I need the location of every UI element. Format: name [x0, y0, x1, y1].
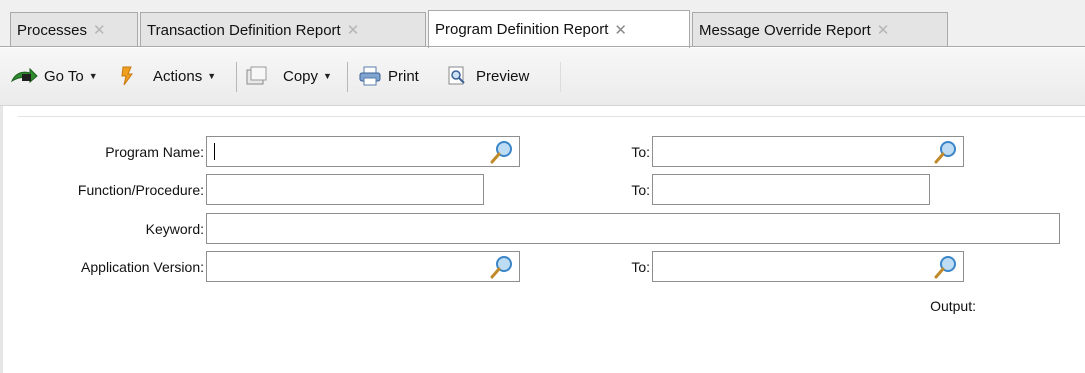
- function-procedure-label: Function/Procedure:: [77, 182, 204, 198]
- lookup-icon[interactable]: [934, 140, 958, 164]
- close-icon[interactable]: ✕: [877, 21, 890, 39]
- preview-button[interactable]: Preview: [446, 65, 529, 87]
- lookup-icon[interactable]: [490, 140, 514, 164]
- copy-button[interactable]: Copy ▼: [246, 65, 332, 87]
- print-icon: [359, 66, 381, 86]
- program-name-to-input[interactable]: [653, 137, 963, 166]
- keyword-field[interactable]: [206, 213, 1060, 244]
- function-procedure-field[interactable]: [206, 174, 484, 205]
- tab-program-definition-report[interactable]: Program Definition Report ✕: [428, 10, 690, 48]
- tab-label: Processes: [17, 21, 88, 39]
- close-icon[interactable]: ✕: [347, 21, 360, 39]
- function-procedure-input[interactable]: [207, 175, 483, 204]
- keyword-input[interactable]: [207, 214, 1059, 243]
- tab-processes[interactable]: Processes ✕: [10, 12, 138, 47]
- actions-label: Actions: [153, 67, 203, 85]
- goto-button[interactable]: Go To ▼: [10, 65, 98, 87]
- lookup-icon[interactable]: [490, 255, 514, 279]
- form-divider: [18, 116, 1085, 117]
- application-version-field[interactable]: [206, 251, 520, 282]
- actions-button[interactable]: Actions ▼: [120, 65, 216, 87]
- actions-lightning-icon: [121, 66, 133, 86]
- lookup-icon[interactable]: [934, 255, 958, 279]
- toolbar-separator: [236, 62, 237, 92]
- application-version-to-label: To:: [631, 259, 650, 275]
- tab-label: Program Definition Report: [435, 21, 609, 38]
- chevron-down-icon: ▼: [207, 71, 217, 81]
- program-name-label: Program Name:: [105, 144, 204, 160]
- goto-label: Go To: [44, 67, 84, 85]
- copy-label: Copy: [283, 67, 319, 85]
- tab-label: Transaction Definition Report: [147, 21, 341, 39]
- application-version-to-field[interactable]: [652, 251, 964, 282]
- application-version-to-input[interactable]: [653, 252, 963, 281]
- output-label: Output:: [930, 298, 976, 314]
- print-label: Print: [388, 67, 419, 85]
- program-name-field[interactable]: [206, 136, 520, 167]
- goto-arrow-icon: [10, 68, 38, 84]
- function-to-label: To:: [631, 182, 650, 198]
- chevron-down-icon: ▼: [323, 71, 332, 81]
- application-version-input[interactable]: [207, 252, 519, 281]
- application-version-label: Application Version:: [81, 259, 204, 275]
- program-name-input[interactable]: [207, 137, 519, 166]
- keyword-label: Keyword:: [145, 221, 204, 237]
- function-to-field[interactable]: [652, 174, 930, 205]
- close-icon[interactable]: ✕: [614, 21, 627, 39]
- program-name-to-field[interactable]: [652, 136, 964, 167]
- close-icon[interactable]: ✕: [93, 21, 106, 39]
- function-to-input[interactable]: [653, 175, 929, 204]
- preview-label: Preview: [476, 67, 530, 85]
- toolbar-separator: [560, 62, 561, 92]
- tab-strip: Processes ✕ Transaction Definition Repor…: [0, 0, 1085, 48]
- copy-icon: [246, 66, 267, 85]
- preview-icon: [448, 66, 465, 85]
- toolbar: Go To ▼ Actions ▼ Copy ▼ Print Preview: [0, 48, 1085, 106]
- tab-message-override-report[interactable]: Message Override Report ✕: [692, 12, 948, 47]
- chevron-down-icon: ▼: [88, 71, 98, 81]
- tab-transaction-definition-report[interactable]: Transaction Definition Report ✕: [140, 12, 426, 47]
- tab-divider: [0, 46, 1085, 47]
- tab-label: Message Override Report: [699, 21, 871, 39]
- print-button[interactable]: Print: [358, 65, 419, 87]
- program-name-to-label: To:: [631, 144, 650, 160]
- text-cursor: [214, 143, 215, 160]
- toolbar-separator: [347, 62, 348, 92]
